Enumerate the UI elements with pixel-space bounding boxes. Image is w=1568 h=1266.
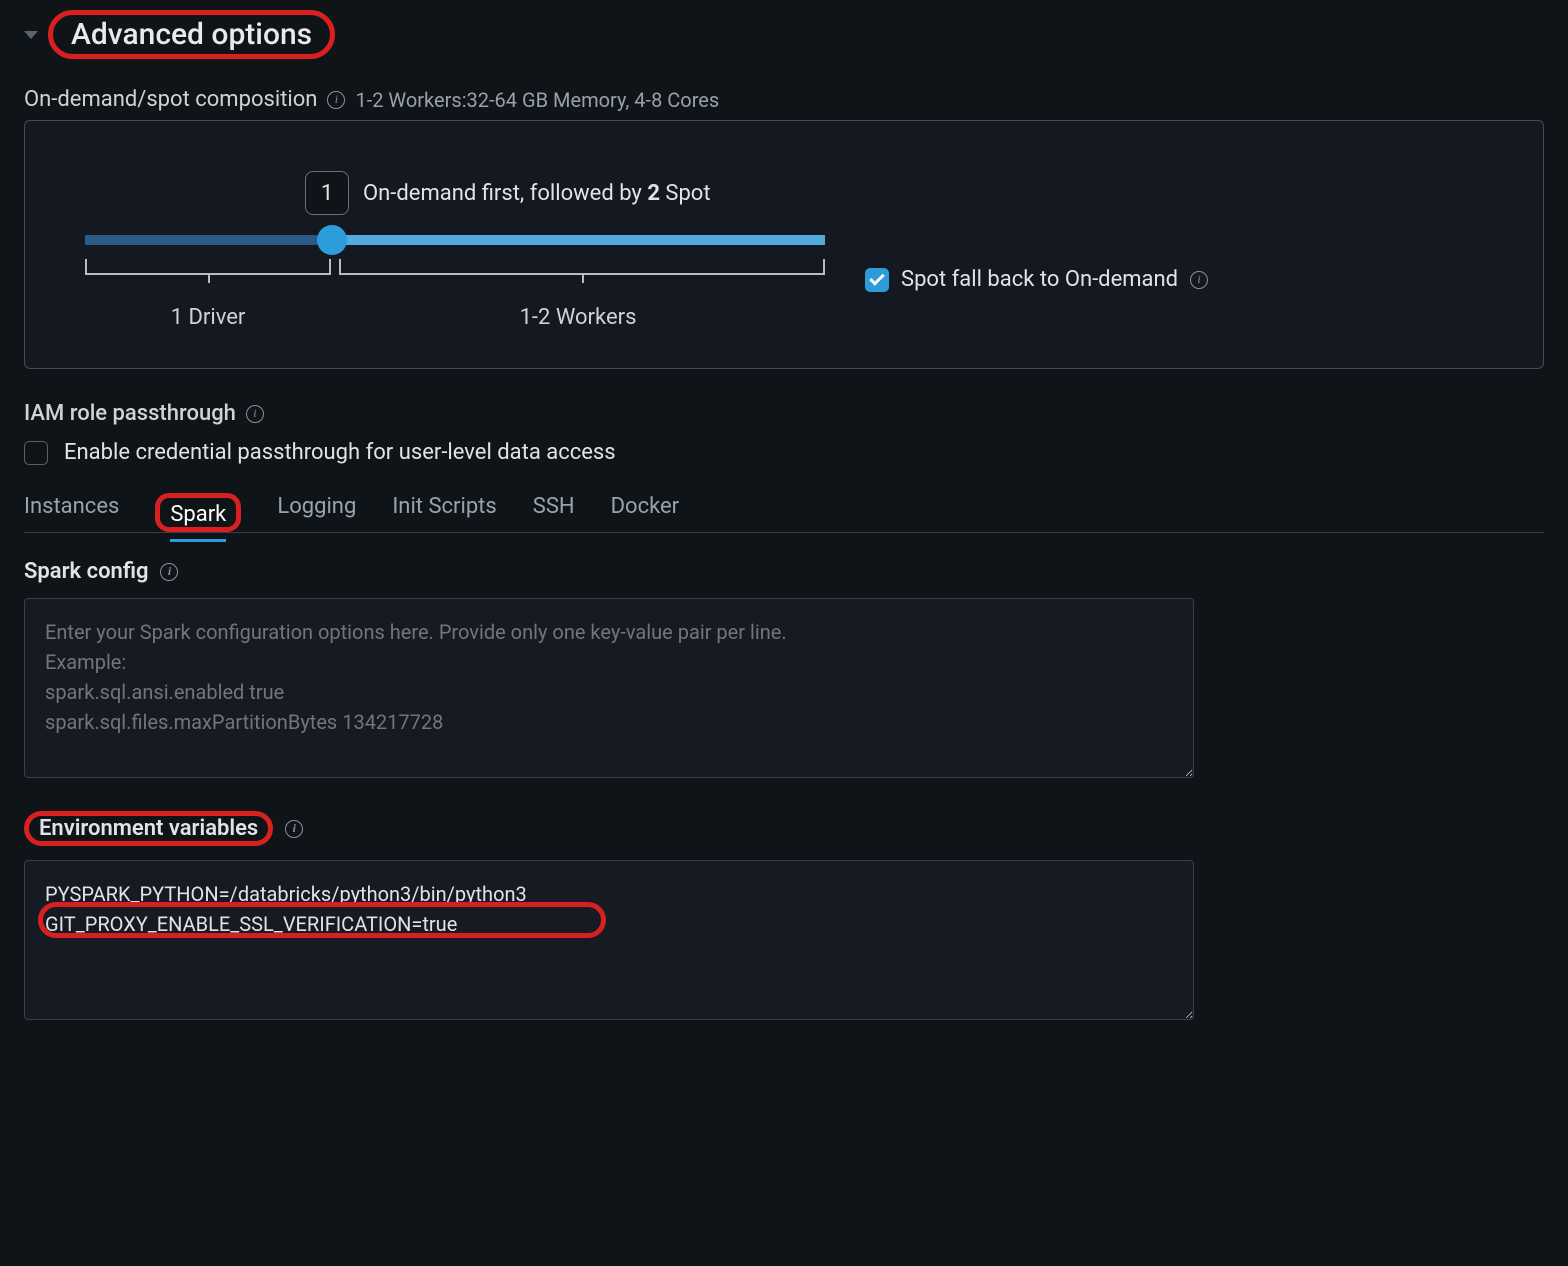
check-icon [869, 270, 885, 286]
slider-count-box[interactable]: 1 [305, 171, 349, 215]
advanced-options-header[interactable]: Advanced options [24, 10, 1544, 59]
slider-value-row: 1 On-demand first, followed by 2 Spot [305, 171, 1483, 215]
env-vars-heading: Environment variables [39, 816, 258, 841]
bracket-workers [339, 259, 825, 275]
composition-meta: 1-2 Workers:32-64 GB Memory, 4-8 Cores [355, 88, 719, 112]
composition-slider[interactable] [85, 229, 825, 249]
info-icon[interactable]: i [1190, 271, 1208, 289]
bracket-driver-label: 1 Driver [85, 305, 331, 330]
slider-track-ondemand [85, 235, 329, 245]
tab-instances[interactable]: Instances [24, 494, 119, 531]
annotation-highlight: Spark [155, 493, 241, 532]
spark-config-heading: Spark config [24, 559, 148, 584]
composition-label-row: On-demand/spot composition i 1-2 Workers… [24, 87, 1544, 112]
composition-panel: 1 On-demand first, followed by 2 Spot 1 … [24, 120, 1544, 369]
composition-label: On-demand/spot composition [24, 87, 317, 112]
bracket-driver [85, 259, 331, 275]
iam-label: IAM role passthrough [24, 401, 236, 426]
slider-track-spot [329, 235, 825, 245]
annotation-highlight: Advanced options [48, 10, 335, 59]
env-vars-textarea[interactable] [24, 860, 1194, 1020]
spot-fallback-checkbox[interactable] [865, 268, 889, 292]
tab-logging[interactable]: Logging [277, 494, 356, 531]
annotation-highlight: Environment variables [24, 811, 273, 846]
spark-config-textarea[interactable] [24, 598, 1194, 778]
advanced-options-title: Advanced options [71, 17, 312, 52]
info-icon[interactable]: i [285, 820, 303, 838]
chevron-down-icon [24, 31, 38, 39]
tab-spark[interactable]: Spark [170, 502, 226, 542]
tab-docker[interactable]: Docker [611, 494, 680, 531]
bracket-workers-label: 1-2 Workers [331, 305, 825, 330]
slider-count: 1 [321, 181, 333, 206]
iam-checkbox-label: Enable credential passthrough for user-l… [64, 440, 616, 465]
slider-description: On-demand first, followed by 2 Spot [363, 181, 711, 206]
iam-passthrough-checkbox[interactable] [24, 441, 48, 465]
config-tabs: Instances Spark Logging Init Scripts SSH… [24, 493, 1544, 533]
iam-section: IAM role passthrough i Enable credential… [24, 401, 1544, 465]
slider-thumb[interactable] [317, 225, 347, 255]
info-icon[interactable]: i [160, 563, 178, 581]
env-vars-heading-row: Environment variables i [24, 811, 1544, 846]
tab-init-scripts[interactable]: Init Scripts [392, 494, 496, 531]
info-icon[interactable]: i [327, 91, 345, 109]
slider-brackets [85, 259, 825, 277]
composition-slider-area: 1 Driver 1-2 Workers [85, 229, 825, 330]
spot-fallback-row: Spot fall back to On-demand i [865, 267, 1208, 292]
info-icon[interactable]: i [246, 405, 264, 423]
spot-fallback-label: Spot fall back to On-demand [901, 267, 1178, 292]
spark-config-heading-row: Spark config i [24, 559, 1544, 584]
tab-ssh[interactable]: SSH [533, 494, 575, 531]
